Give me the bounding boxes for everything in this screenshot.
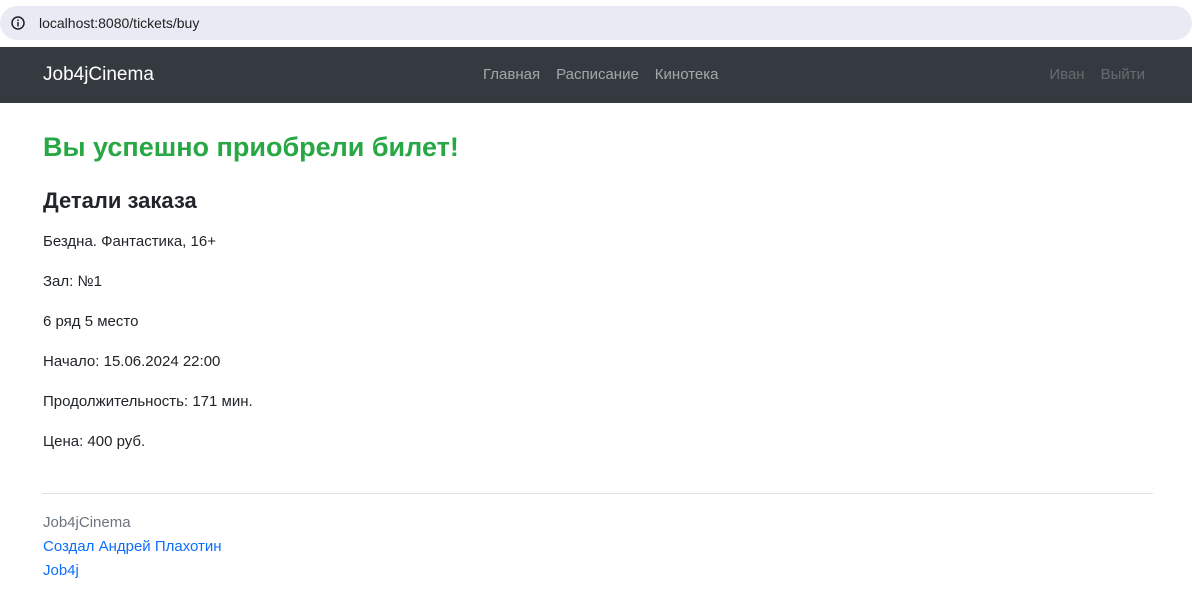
nav-links: Главная Расписание Кинотека [483,66,719,84]
user-name[interactable]: Иван [1049,66,1084,84]
success-title: Вы успешно приобрели билет! [43,132,459,162]
url-text[interactable]: localhost:8080/tickets/buy [39,14,199,32]
detail-duration: Продолжительность: 171 мин. [43,393,253,410]
info-circle-icon[interactable] [11,16,25,30]
nav-link-home[interactable]: Главная [483,66,540,84]
detail-price: Цена: 400 руб. [43,433,146,450]
nav-link-schedule[interactable]: Расписание [556,66,639,84]
detail-film: Бездна. Фантастика, 16+ [43,233,216,250]
detail-seat: 6 ряд 5 место [43,313,139,330]
logout-link[interactable]: Выйти [1101,66,1145,84]
nav-link-cinematheque[interactable]: Кинотека [655,66,719,84]
detail-start: Начало: 15.06.2024 22:00 [43,353,221,370]
footer: Job4jCinema Создал Андрей Плахотин Job4j [43,514,222,586]
address-bar[interactable]: localhost:8080/tickets/buy [0,6,1192,40]
job4j-link[interactable]: Job4j [43,562,222,580]
navbar-brand[interactable]: Job4jCinema [43,64,154,86]
details-title: Детали заказа [43,188,197,213]
user-nav: Иван Выйти [1049,66,1145,84]
detail-hall: Зал: №1 [43,273,102,290]
footer-divider [42,493,1153,494]
navbar: Job4jCinema Главная Расписание Кинотека … [0,47,1192,103]
footer-brand: Job4jCinema [43,514,131,531]
author-link[interactable]: Создал Андрей Плахотин [43,538,222,556]
browser-toolbar: localhost:8080/tickets/buy [0,0,1192,46]
